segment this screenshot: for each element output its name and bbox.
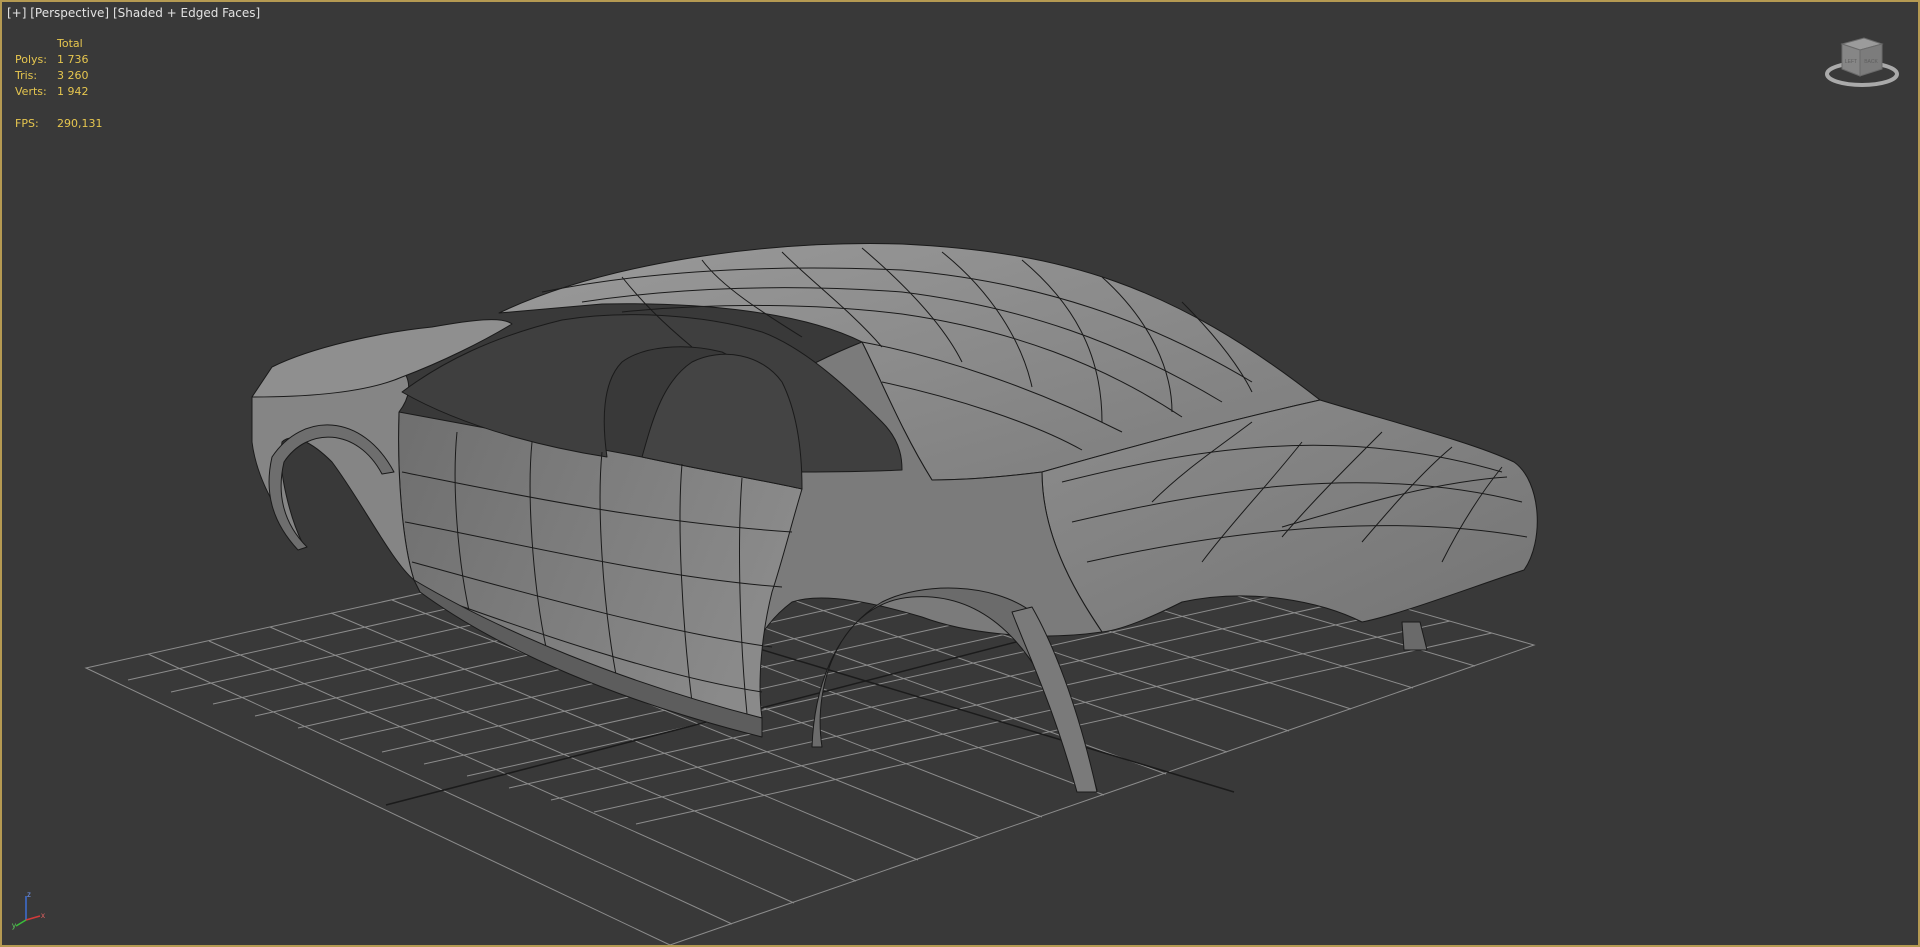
axis-tripod-icon: z x y bbox=[12, 890, 45, 930]
tris-label: Tris: bbox=[15, 69, 38, 82]
viewcube-icon[interactable]: LEFT BACK bbox=[1824, 32, 1900, 88]
viewport-label-bar: [+] [Perspective] [Shaded + Edged Faces] bbox=[7, 6, 260, 20]
perspective-viewport[interactable]: [+] [Perspective] [Shaded + Edged Faces]… bbox=[0, 0, 1920, 947]
stats-overlay: Total Polys: 1 736 Tris: 3 260 Verts: 1 942… bbox=[15, 36, 103, 132]
verts-value: 1 942 bbox=[57, 85, 89, 98]
y-axis-label: y bbox=[12, 921, 16, 930]
view-type-button[interactable]: [Perspective] bbox=[30, 6, 109, 20]
polys-value: 1 736 bbox=[57, 53, 89, 66]
viewport-menu-button[interactable]: [+] bbox=[7, 6, 26, 20]
y-axis-line bbox=[15, 919, 27, 927]
shading-mode-button[interactable]: [Shaded + Edged Faces] bbox=[113, 6, 260, 20]
polys-row: Polys: 1 736 bbox=[15, 52, 103, 68]
verts-row: Verts: 1 942 bbox=[15, 84, 103, 100]
tris-value: 3 260 bbox=[57, 69, 89, 82]
x-axis-label: x bbox=[41, 911, 45, 920]
verts-label: Verts: bbox=[15, 85, 47, 98]
fps-label: FPS: bbox=[15, 117, 39, 130]
stats-header-row: Total bbox=[15, 36, 103, 52]
fps-value: 290,131 bbox=[57, 117, 103, 130]
viewcube-front-label: BACK bbox=[1864, 59, 1878, 65]
z-axis-label: z bbox=[27, 890, 31, 899]
tris-row: Tris: 3 260 bbox=[15, 68, 103, 84]
stats-header: Total bbox=[57, 37, 83, 50]
viewcube-left-label: LEFT bbox=[1845, 59, 1857, 65]
polys-label: Polys: bbox=[15, 53, 47, 66]
scene-canvas[interactable] bbox=[2, 2, 1918, 945]
rear-tail-support[interactable] bbox=[1401, 621, 1428, 651]
car-body-mesh[interactable] bbox=[251, 243, 1538, 793]
x-axis-line bbox=[25, 915, 41, 921]
fps-row: FPS: 290,131 bbox=[15, 116, 103, 132]
